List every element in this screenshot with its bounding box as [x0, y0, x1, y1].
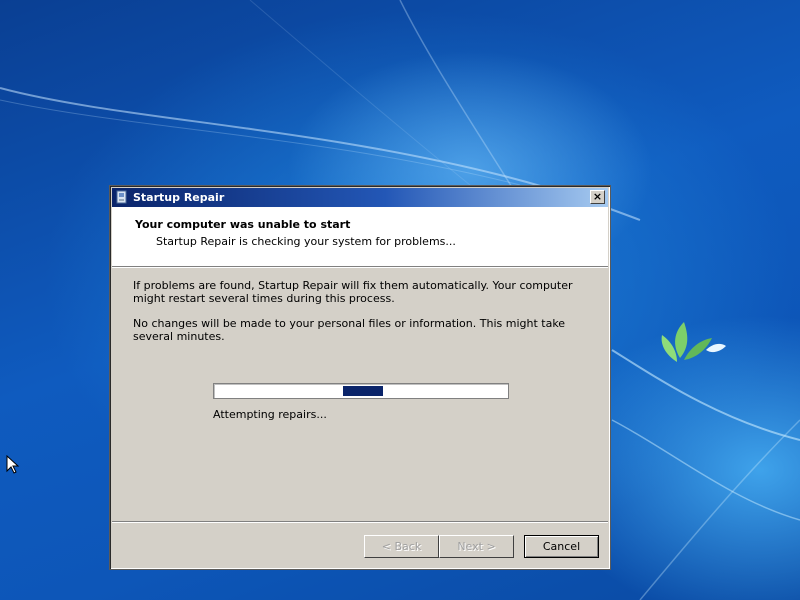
progress-status-text: Attempting repairs...	[213, 408, 327, 421]
header-divider	[112, 267, 608, 268]
back-button[interactable]: < Back	[364, 535, 439, 558]
close-icon: ×	[592, 190, 603, 203]
cancel-button[interactable]: Cancel	[524, 535, 599, 558]
page-heading: Your computer was unable to start	[135, 218, 351, 231]
windows-fish-logo-icon	[661, 322, 726, 362]
close-button[interactable]: ×	[590, 190, 605, 204]
progress-bar	[213, 383, 509, 399]
system-repair-icon	[116, 190, 127, 204]
info-paragraph-files: No changes will be made to your personal…	[133, 317, 566, 343]
startup-repair-dialog: Startup Repair × Your computer was unabl…	[109, 185, 611, 570]
next-button[interactable]: Next >	[439, 535, 514, 558]
title-bar[interactable]: Startup Repair ×	[112, 188, 608, 207]
progress-indicator-block	[343, 386, 383, 396]
footer-divider-highlight	[112, 522, 608, 523]
info-paragraph-repairs: If problems are found, Startup Repair wi…	[133, 279, 573, 305]
mouse-pointer-icon	[6, 455, 20, 474]
window-title: Startup Repair	[133, 191, 225, 204]
header-panel: Your computer was unable to start Startu…	[112, 207, 608, 267]
page-subheading: Startup Repair is checking your system f…	[156, 235, 456, 248]
